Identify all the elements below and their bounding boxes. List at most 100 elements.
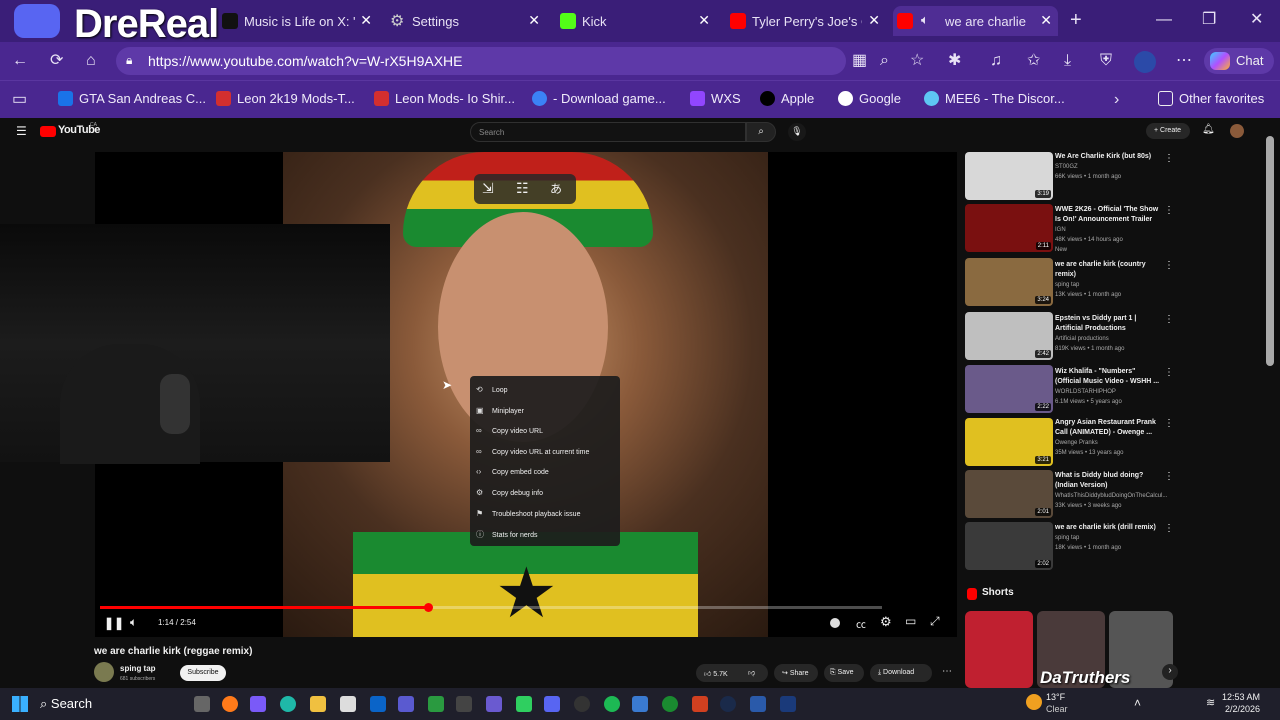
shorts-next-icon[interactable]: › [1162,664,1178,680]
new-tab-icon[interactable]: + [1070,10,1082,30]
close-tab-icon[interactable]: ✕ [868,12,880,29]
close-tab-icon[interactable]: ✕ [360,12,372,29]
clock-date[interactable]: 2/2/2026 [1200,704,1260,714]
kebab-menu-icon[interactable]: ⋮ [1164,260,1174,271]
popout-icon[interactable]: ⇲ [482,180,494,197]
task-view-icon[interactable] [194,696,210,712]
menu-item-stats[interactable]: ⓘ Stats for nerds [476,529,538,540]
favorites-icon[interactable]: ✩ [1027,53,1040,69]
taskbar-search[interactable]: ⌕ Search [40,696,92,712]
outlook-icon[interactable] [370,696,386,712]
tab-kick[interactable]: Kick ✕ [556,6,716,36]
extensions-icon[interactable]: ✱ [948,53,961,69]
weather-icon[interactable] [1026,694,1042,710]
kebab-menu-icon[interactable]: ⋮ [1164,471,1174,482]
settings-icon[interactable]: ⚙ [880,614,892,630]
discord-icon[interactable] [544,696,560,712]
kebab-menu-icon[interactable]: ⋮ [1164,205,1174,216]
tab-charlie-kirk[interactable]: 🔈︎ we are charlie k ✕ [893,6,1058,36]
search-button[interactable]: ⌕ [746,122,776,142]
app-icon[interactable] [516,696,532,712]
video-thumbnail[interactable]: 2:22 [965,365,1053,413]
app-icon[interactable] [486,696,502,712]
thumbs-down-icon[interactable]: 👎︎ [748,668,755,677]
app-icon[interactable] [456,696,472,712]
subscribe-button[interactable]: Subscribe [180,665,226,681]
favorite-item[interactable]: Leon 2k19 Mods-T... [216,91,355,106]
copilot-icon[interactable] [250,696,266,712]
pause-icon[interactable]: ❚❚ [104,616,124,630]
favorite-item[interactable]: Google [838,91,901,106]
fullscreen-icon[interactable]: ⤢ [930,614,940,629]
list-item[interactable]: we are charlie kirk (country remix) sping… [1055,260,1160,300]
captions-icon[interactable]: ㏄ [856,616,866,631]
back-icon[interactable]: ← [12,53,28,69]
mic-icon[interactable]: 🎙︎ [788,123,806,141]
share-button[interactable]: ↪ Share [774,664,818,682]
tab-tyler-perry[interactable]: Tyler Perry's Joe's Co ✕ [726,6,886,36]
menu-item-copy-url[interactable]: ∞ Copy video URL [476,426,543,435]
list-item[interactable]: we are charlie kirk (drill remix) sping t… [1055,523,1160,553]
app-icon[interactable] [780,696,796,712]
url-input[interactable]: 🔒︎ https://www.youtube.com/watch?v=W-rX5… [116,47,846,75]
account-avatar[interactable] [1230,124,1244,138]
like-button[interactable]: 👍︎ 5.7K 👎︎ [696,664,768,682]
menu-item-loop[interactable]: ⟲ Loop [476,385,508,394]
app-icon[interactable] [750,696,766,712]
kebab-menu-icon[interactable]: ⋮ [1164,418,1174,429]
xbox-icon[interactable] [662,696,678,712]
tab-x[interactable]: Music is Life on X: " ✕ [218,6,378,36]
kebab-menu-icon[interactable]: ⋮ [1164,153,1174,164]
close-tab-icon[interactable]: ✕ [698,12,710,29]
favorite-item[interactable]: - Download game... [532,91,666,106]
profile-avatar[interactable] [1134,51,1156,73]
list-item[interactable]: What is Diddy blud doing? (Indian Versio… [1055,471,1167,511]
edge-icon[interactable] [280,696,296,712]
kebab-menu-icon[interactable]: ⋮ [1164,314,1174,325]
video-thumbnail[interactable]: 2:11 [965,204,1053,252]
favorite-item[interactable]: WXS [690,91,741,106]
scrollbar[interactable] [1266,136,1274,366]
theater-icon[interactable]: ▭ [905,614,916,628]
transcript-icon[interactable]: ☷ [516,180,529,197]
channel-name[interactable]: sping tap [120,664,156,673]
progress-track[interactable] [100,603,882,612]
video-thumbnail[interactable]: 2:42 [965,312,1053,360]
short-thumbnail[interactable] [965,611,1033,688]
download-button[interactable]: ⤓ Download [870,664,932,682]
close-window-icon[interactable]: ✕ [1250,12,1263,28]
favorite-star-icon[interactable]: ☆ [910,53,924,69]
list-item[interactable]: WWE 2K26 - Official 'The Show Is On!' An… [1055,205,1160,255]
teams-icon[interactable] [398,696,414,712]
video-thumbnail[interactable]: 2:02 [965,522,1053,570]
create-button[interactable]: + Create [1146,123,1190,139]
hamburger-icon[interactable]: ☰ [16,124,27,138]
refresh-icon[interactable]: ⟳ [50,53,63,69]
tray-chevron-icon[interactable]: ˄ [1134,696,1141,710]
home-icon[interactable]: ⌂ [86,53,96,69]
copilot-chat-button[interactable]: Chat [1204,48,1274,74]
volume-icon[interactable]: 🔈︎ [130,615,137,630]
zoom-icon[interactable]: ⌕ [880,53,889,69]
restore-icon[interactable]: ❐ [1202,12,1216,28]
video-thumbnail[interactable]: 2:01 [965,470,1053,518]
close-tab-icon[interactable]: ✕ [528,12,540,29]
chevron-right-icon[interactable]: › [1114,92,1119,108]
app-icon[interactable] [692,696,708,712]
download-icon[interactable]: ⤓ [1064,53,1071,69]
menu-item-troubleshoot[interactable]: ⚑ Troubleshoot playback issue [476,509,580,518]
list-item[interactable]: We Are Charlie Kirk (but 80s) ST00GZ 66K v… [1055,152,1160,182]
favorite-item[interactable]: MEE6 - The Discor... [924,91,1065,106]
collections-icon[interactable]: ▭ [12,92,27,108]
media-icon[interactable]: ♫ [990,53,1002,69]
file-explorer-icon[interactable] [310,696,326,712]
windows-start-icon[interactable] [12,696,28,712]
kebab-menu-icon[interactable]: ⋮ [1164,523,1174,534]
autoplay-toggle[interactable] [830,618,840,628]
more-actions-icon[interactable]: ⋯ [942,666,952,677]
more-icon[interactable]: ⋯ [1176,53,1192,69]
list-item[interactable]: Wiz Khalifa - "Numbers" (Official Music … [1055,367,1160,407]
steam-icon[interactable] [720,696,736,712]
video-thumbnail[interactable]: 3:21 [965,418,1053,466]
favorite-item[interactable]: Leon Mods- Io Shir... [374,91,515,106]
